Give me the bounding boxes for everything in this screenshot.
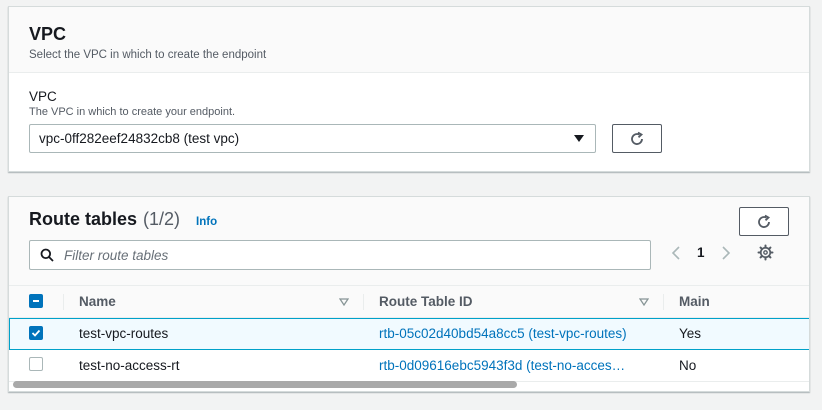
refresh-icon <box>631 131 644 145</box>
route-tables-panel: Route tables (1/2) Info Filter route tab… <box>8 196 810 392</box>
vpc-panel-body: VPC The VPC in which to create your endp… <box>9 73 809 153</box>
gear-icon[interactable] <box>757 244 774 261</box>
column-header-main[interactable]: Main <box>663 286 809 318</box>
row-select-cell <box>9 350 63 382</box>
column-header-name[interactable]: Name <box>63 286 363 318</box>
row-route-table-id-link[interactable]: rtb-05c02d40bd54a8cc5 (test-vpc-routes) <box>363 318 663 350</box>
chevron-right-icon[interactable] <box>721 245 731 261</box>
chevron-left-icon[interactable] <box>671 245 681 261</box>
pagination: 1 <box>671 244 774 261</box>
row-checkbox[interactable] <box>29 326 43 340</box>
checkmark-icon <box>31 329 41 337</box>
row-checkbox[interactable] <box>29 357 43 371</box>
vpc-panel-header: VPC Select the VPC in which to create th… <box>9 7 809 73</box>
vpc-field-label: VPC <box>29 89 57 104</box>
table-header-row: Name Route Table ID Main <box>9 285 809 318</box>
filter-route-tables-input[interactable]: Filter route tables <box>29 240 651 270</box>
column-header-route-table-id[interactable]: Route Table ID <box>363 286 663 318</box>
vpc-field-description: The VPC in which to create your endpoint… <box>29 106 236 118</box>
route-tables-count: (1/2) <box>143 209 181 229</box>
column-divider <box>663 294 664 310</box>
horizontal-scrollbar[interactable] <box>9 379 809 389</box>
vpc-select[interactable]: vpc-0ff282eef24832cb8 (test vpc) <box>29 124 596 153</box>
refresh-icon <box>758 214 771 228</box>
vpc-section-title: VPC <box>29 24 67 44</box>
row-route-table-id-link[interactable]: rtb-0d09616ebc5943f3d (test-no-acces… <box>363 350 663 382</box>
indeterminate-icon <box>33 300 39 302</box>
info-link[interactable]: Info <box>196 216 217 228</box>
current-page-number[interactable]: 1 <box>697 245 705 260</box>
column-header-main-label: Main <box>679 294 710 309</box>
vpc-section-description: Select the VPC in which to create the en… <box>29 49 267 61</box>
column-divider <box>63 294 64 310</box>
sort-down-icon[interactable] <box>639 298 649 306</box>
filter-placeholder: Filter route tables <box>64 247 169 263</box>
route-tables-refresh-button[interactable] <box>739 207 789 236</box>
table-row[interactable]: test-vpc-routes rtb-05c02d40bd54a8cc5 (t… <box>9 317 809 350</box>
vpc-select-row: vpc-0ff282eef24832cb8 (test vpc) <box>29 124 789 153</box>
route-tables-title-row: Route tables (1/2) Info <box>29 209 217 230</box>
vpc-panel: VPC Select the VPC in which to create th… <box>8 6 810 172</box>
route-tables-title: Route tables <box>29 209 138 229</box>
row-name: test-vpc-routes <box>79 326 169 341</box>
row-main: Yes <box>679 326 702 341</box>
table-row[interactable]: test-no-access-rt rtb-0d09616ebc5943f3d … <box>9 350 809 382</box>
search-icon <box>40 248 54 262</box>
select-all-cell <box>9 286 63 318</box>
column-header-id-label: Route Table ID <box>379 294 473 309</box>
route-tables-table: Name Route Table ID Main test-vpc-routes… <box>9 285 809 382</box>
vpc-select-value: vpc-0ff282eef24832cb8 (test vpc) <box>39 131 240 146</box>
select-all-checkbox[interactable] <box>29 294 43 308</box>
route-tables-header: Route tables (1/2) Info Filter route tab… <box>9 197 809 285</box>
column-header-name-label: Name <box>79 294 116 309</box>
sort-down-icon[interactable] <box>339 298 349 306</box>
caret-down-icon <box>574 135 584 142</box>
row-main: No <box>679 358 697 373</box>
vpc-refresh-button[interactable] <box>612 124 662 153</box>
row-name: test-no-access-rt <box>79 358 180 373</box>
column-divider <box>363 294 364 310</box>
row-select-cell <box>9 318 63 350</box>
scrollbar-thumb[interactable] <box>13 381 517 388</box>
